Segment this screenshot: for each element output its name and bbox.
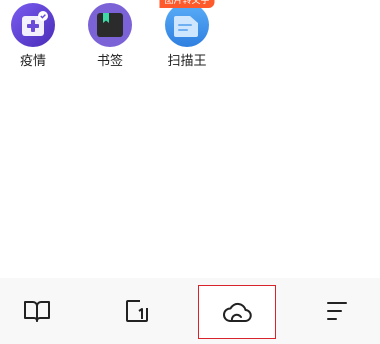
bottom-nav-bar (0, 278, 380, 344)
book-icon (23, 299, 51, 323)
tab-menu[interactable] (298, 278, 376, 344)
cloud-icon (222, 299, 252, 325)
tab-window-icon (124, 299, 150, 323)
scanner-badge: 图片转文字 (159, 0, 215, 8)
epidemic-icon (10, 2, 56, 48)
app-scanner[interactable]: 图片转文字 扫描王 (149, 0, 225, 80)
tab-bookshelf[interactable] (0, 278, 76, 344)
tab-windows[interactable] (98, 278, 176, 344)
app-epidemic[interactable]: 疫情 (0, 0, 71, 80)
home-screen: 疫情 书签 图片转文字 扫描王 (0, 0, 380, 344)
app-label: 扫描王 (167, 54, 207, 69)
app-bookmark[interactable]: 书签 (72, 0, 148, 80)
app-label: 疫情 (19, 54, 46, 69)
menu-icon (325, 300, 349, 322)
app-label: 书签 (96, 54, 123, 69)
scanner-icon (164, 2, 210, 48)
bookmark-icon (87, 2, 133, 48)
tab-cloud[interactable] (198, 285, 276, 339)
app-shortcuts: 疫情 书签 图片转文字 扫描王 (0, 0, 380, 80)
